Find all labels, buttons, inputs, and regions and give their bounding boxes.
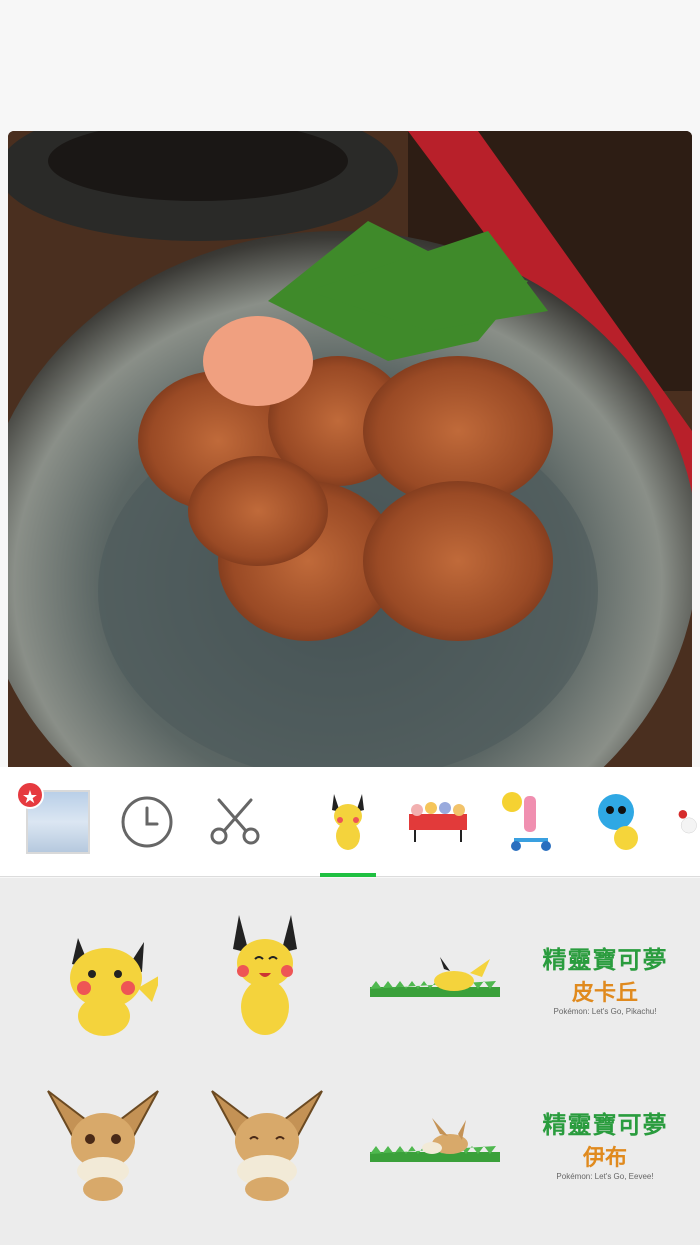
group-banner-sticker-icon bbox=[409, 802, 467, 842]
pikachu-sticker-icon bbox=[332, 794, 364, 850]
pikachu-wave-icon bbox=[70, 938, 158, 1036]
eevee-happy-icon bbox=[211, 1090, 323, 1201]
tray-monster-pack[interactable] bbox=[578, 767, 658, 877]
blue-monster-sticker-icon bbox=[598, 794, 638, 850]
logo-subtitle: 伊布 bbox=[582, 1146, 627, 1171]
logo-title: 精靈寶可夢 bbox=[542, 946, 668, 974]
tray-flower-pack[interactable] bbox=[660, 767, 700, 877]
eevee-front-icon bbox=[47, 1090, 159, 1201]
pikachu-lying-icon bbox=[370, 957, 500, 997]
sticker-eevee-lying[interactable] bbox=[360, 1073, 510, 1213]
tray-cutout[interactable] bbox=[195, 767, 275, 877]
sticker-pikachu-happy[interactable] bbox=[190, 908, 340, 1048]
logo-title: 精靈寶可夢 bbox=[542, 1111, 668, 1139]
sticker-tray: ★ bbox=[0, 767, 700, 877]
star-badge-icon: ★ bbox=[16, 781, 44, 809]
sticker-grid: 精靈寶可夢 皮卡丘 Pokémon: Let's Go, Pikachu! 精靈… bbox=[0, 878, 700, 1245]
clock-icon bbox=[121, 796, 173, 848]
eevee-lying-icon bbox=[370, 1118, 500, 1162]
tray-scooter-pack[interactable] bbox=[488, 767, 568, 877]
flower-sticker-icon bbox=[678, 810, 697, 834]
sticker-eevee-happy[interactable] bbox=[192, 1073, 342, 1213]
scissors-icon bbox=[210, 798, 260, 845]
logo-caption: Pokémon: Let's Go, Eevee! bbox=[556, 1172, 654, 1181]
sticker-eevee-front[interactable] bbox=[28, 1073, 178, 1213]
pikachu-happy-icon bbox=[233, 915, 297, 1035]
sticker-logo-eevee[interactable]: 精靈寶可夢 伊布 Pokémon: Let's Go, Eevee! bbox=[530, 1073, 680, 1213]
top-bar bbox=[0, 0, 700, 124]
food-photo bbox=[8, 131, 692, 767]
tray-group-pack[interactable] bbox=[398, 767, 478, 877]
sticker-logo-pikachu[interactable]: 精靈寶可夢 皮卡丘 Pokémon: Let's Go, Pikachu! bbox=[530, 908, 680, 1048]
sticker-pikachu-lying[interactable] bbox=[360, 908, 510, 1048]
logo-subtitle: 皮卡丘 bbox=[571, 981, 638, 1006]
logo-caption: Pokémon: Let's Go, Pikachu! bbox=[553, 1007, 657, 1016]
sticker-pikachu-wave[interactable] bbox=[28, 908, 178, 1048]
tray-pikachu-pack[interactable] bbox=[308, 767, 388, 877]
scooter-sticker-icon bbox=[502, 792, 551, 851]
tray-recent[interactable] bbox=[107, 767, 187, 877]
